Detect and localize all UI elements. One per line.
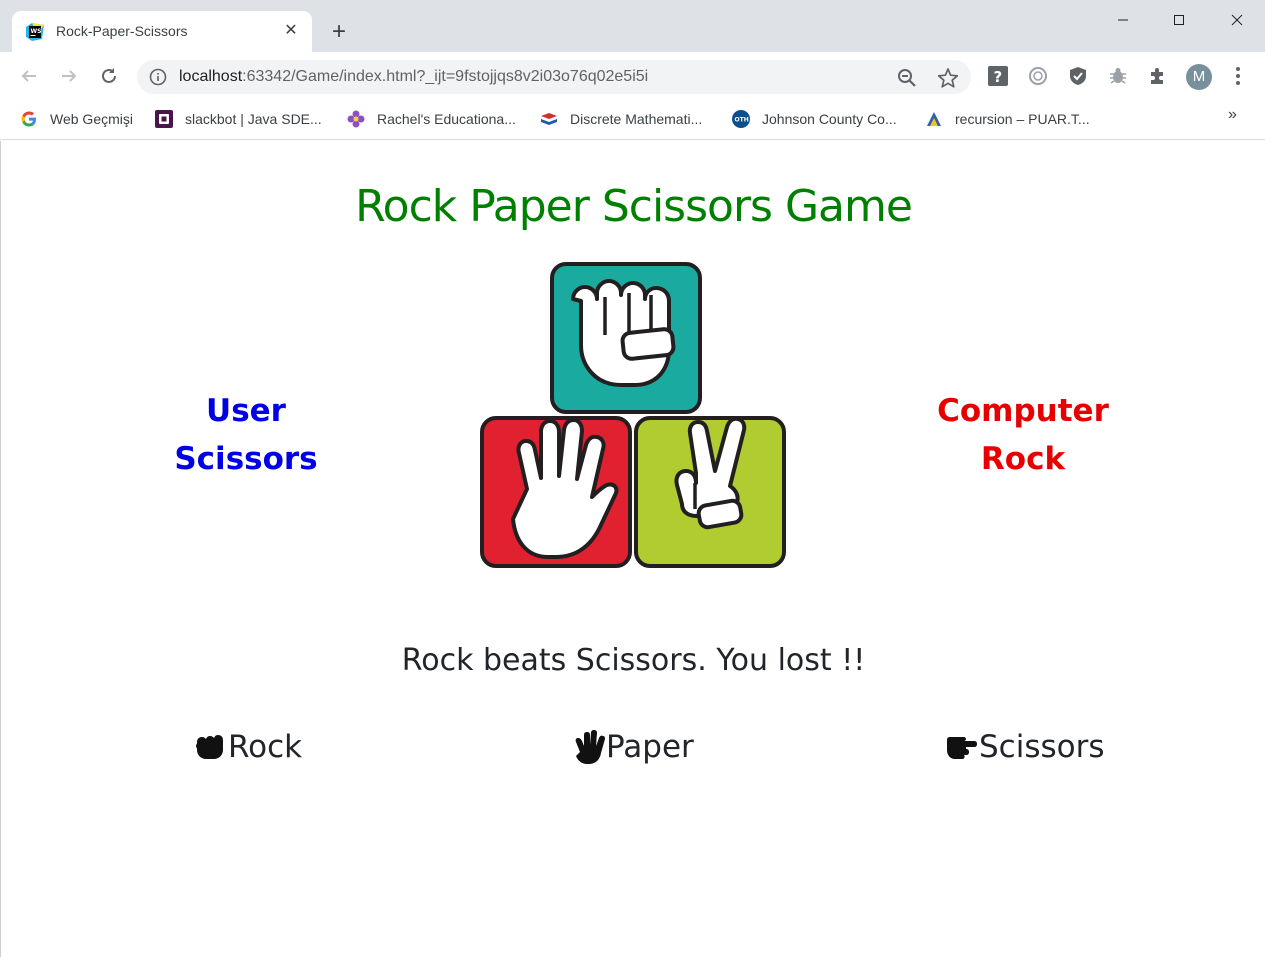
bookmark-item[interactable]: recursion – PUAR.T... bbox=[925, 108, 1090, 130]
scissors-button[interactable]: Scissors bbox=[945, 727, 1105, 767]
user-choice: Scissors bbox=[174, 441, 318, 477]
arrow-right-icon bbox=[62, 70, 77, 82]
paper-button[interactable]: Paper bbox=[572, 727, 694, 767]
arrow-left-icon bbox=[21, 70, 36, 82]
paper-label: Paper bbox=[606, 729, 694, 765]
help-extension-icon[interactable]: ? bbox=[987, 65, 1009, 87]
new-tab-button[interactable]: + bbox=[325, 19, 353, 47]
bookmark-item[interactable]: OTH Johnson County Co... bbox=[732, 108, 897, 130]
bookmark-item[interactable]: Rachel's Educationa... bbox=[347, 108, 516, 130]
rock-label: Rock bbox=[228, 729, 303, 765]
bookmark-label: recursion – PUAR.T... bbox=[955, 111, 1090, 127]
rock-button[interactable]: Rock bbox=[194, 727, 302, 767]
svg-text:?: ? bbox=[994, 68, 1003, 86]
result-message: Rock beats Scissors. You lost !! bbox=[401, 643, 866, 678]
back-button[interactable] bbox=[15, 62, 43, 90]
page-content: Rock Paper Scissors Game User Scissors C… bbox=[0, 141, 1265, 957]
info-icon[interactable] bbox=[149, 68, 167, 86]
forward-button[interactable] bbox=[55, 62, 83, 90]
circle-arrows-icon bbox=[1029, 67, 1047, 85]
address-bar[interactable]: localhost:63342/Game/index.html?_ijt=9fs… bbox=[137, 60, 971, 94]
scissors-tile bbox=[634, 416, 786, 568]
scissors-label: Scissors bbox=[979, 729, 1105, 765]
computer-choice: Rock bbox=[980, 441, 1066, 477]
bug-extension-icon[interactable] bbox=[1107, 65, 1129, 87]
rock-paper-scissors-logo bbox=[480, 262, 786, 568]
webstorm-icon: WS bbox=[26, 23, 44, 41]
page-title: Rock Paper Scissors Game bbox=[355, 181, 913, 232]
profile-avatar[interactable]: M bbox=[1186, 64, 1212, 90]
computer-label: Computer bbox=[937, 393, 1109, 429]
bookmarks-bar: Web Geçmişi slackbot | Java SDE... Rache… bbox=[0, 100, 1265, 140]
shield-icon bbox=[1070, 67, 1086, 85]
url-text[interactable]: localhost:63342/Game/index.html?_ijt=9fs… bbox=[179, 68, 648, 86]
book-icon bbox=[540, 110, 558, 128]
puzzle-icon bbox=[1151, 68, 1163, 84]
puar-icon bbox=[925, 110, 943, 128]
bookmark-label: Rachel's Educationa... bbox=[377, 111, 516, 127]
reload-icon bbox=[102, 68, 116, 83]
url-host: localhost bbox=[179, 68, 243, 85]
bookmark-item[interactable]: slackbot | Java SDE... bbox=[155, 108, 322, 130]
browser-tab[interactable]: WS Rock-Paper-Scissors ✕ bbox=[12, 11, 312, 52]
tab-strip: WS Rock-Paper-Scissors ✕ + bbox=[0, 0, 1265, 52]
user-panel: User Scissors bbox=[126, 387, 366, 483]
shield-extension-icon[interactable] bbox=[1067, 65, 1089, 87]
url-path: :63342/Game/index.html?_ijt=9fstojjqs8v2… bbox=[242, 68, 649, 85]
user-label: User bbox=[206, 393, 286, 429]
hand-rock-icon bbox=[196, 735, 223, 759]
hand-paper-icon bbox=[575, 730, 605, 764]
reload-button[interactable] bbox=[95, 62, 123, 90]
loop-extension-icon[interactable] bbox=[1027, 65, 1049, 87]
maximize-button[interactable] bbox=[1159, 6, 1199, 34]
maximize-icon bbox=[1174, 15, 1184, 25]
star-icon[interactable] bbox=[937, 67, 959, 89]
tab-title: Rock-Paper-Scissors bbox=[56, 23, 188, 39]
bookmark-label: slackbot | Java SDE... bbox=[185, 111, 322, 127]
bookmarks-overflow-button[interactable]: » bbox=[1228, 106, 1237, 124]
bookmark-label: Johnson County Co... bbox=[762, 111, 897, 127]
google-icon bbox=[20, 110, 38, 128]
extensions-button[interactable] bbox=[1147, 65, 1169, 87]
svg-text:OTH: OTH bbox=[735, 117, 749, 124]
more-menu-icon[interactable] bbox=[1228, 65, 1248, 87]
bookmark-item[interactable]: Discrete Mathemati... bbox=[540, 108, 702, 130]
bookmark-item[interactable]: Web Geçmişi bbox=[20, 108, 133, 130]
close-icon bbox=[1231, 14, 1243, 26]
tab-close-icon[interactable]: ✕ bbox=[282, 22, 300, 40]
rock-tile bbox=[550, 262, 702, 414]
bookmark-label: Discrete Mathemati... bbox=[570, 111, 703, 127]
minimize-button[interactable] bbox=[1103, 6, 1143, 34]
hand-scissors-icon bbox=[947, 737, 977, 759]
minimize-icon bbox=[1118, 19, 1128, 21]
browser-toolbar: localhost:63342/Game/index.html?_ijt=9fs… bbox=[0, 52, 1265, 100]
slack-icon bbox=[155, 110, 173, 128]
svg-text:WS: WS bbox=[31, 28, 42, 35]
jccc-icon: OTH bbox=[732, 110, 750, 128]
bookmark-label: Web Geçmişi bbox=[50, 111, 133, 127]
paper-tile bbox=[480, 416, 632, 568]
bug-icon bbox=[1110, 68, 1126, 84]
flower-icon bbox=[347, 110, 365, 128]
question-icon: ? bbox=[988, 66, 1008, 86]
zoom-out-icon[interactable] bbox=[897, 68, 917, 88]
computer-panel: Computer Rock bbox=[903, 387, 1143, 483]
close-window-button[interactable] bbox=[1217, 6, 1257, 34]
